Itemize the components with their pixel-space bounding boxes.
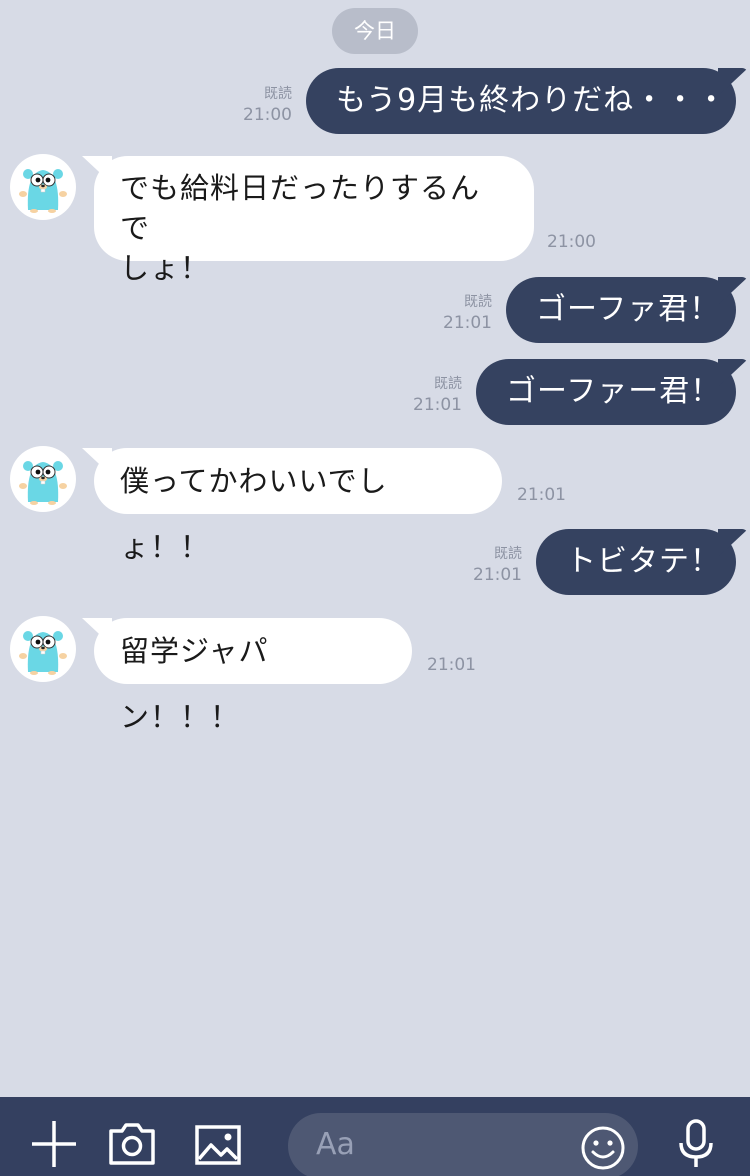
message-text: トビタテ！ bbox=[566, 544, 721, 579]
incoming-message[interactable]: 僕ってかわいいでしょ！！ bbox=[94, 448, 502, 564]
message-text: 留学ジャパン！！！ bbox=[120, 634, 269, 734]
message-text: もう9月も終わりだね・・・ bbox=[336, 83, 728, 118]
message-time: 21:01 bbox=[473, 565, 522, 585]
message-meta: 既読 21:01 bbox=[413, 374, 462, 416]
message-time: 21:00 bbox=[547, 232, 596, 252]
message-time: 21:00 bbox=[243, 105, 292, 125]
read-receipt: 既読 bbox=[264, 86, 292, 102]
message-time: 21:01 bbox=[427, 655, 476, 675]
avatar[interactable] bbox=[10, 154, 76, 220]
outgoing-message[interactable]: トビタテ！ bbox=[536, 529, 736, 595]
smiley-icon[interactable] bbox=[580, 1125, 626, 1171]
message-input-bar: Aa bbox=[0, 1097, 750, 1176]
plus-icon[interactable] bbox=[28, 1117, 80, 1169]
outgoing-message[interactable]: ゴーファー君！ bbox=[476, 359, 736, 425]
incoming-message[interactable]: でも給料日だったりするんで しょ！ bbox=[94, 156, 534, 285]
message-text-line-2: しょ！ bbox=[120, 251, 211, 285]
outgoing-message[interactable]: もう9月も終わりだね・・・ bbox=[306, 68, 736, 134]
read-receipt: 既読 bbox=[464, 294, 492, 310]
read-receipt: 既読 bbox=[494, 546, 522, 562]
message-time: 21:01 bbox=[517, 485, 566, 505]
avatar[interactable] bbox=[10, 616, 76, 682]
microphone-icon[interactable] bbox=[670, 1117, 722, 1169]
image-icon[interactable] bbox=[192, 1117, 244, 1169]
gopher-avatar-icon bbox=[19, 461, 67, 505]
message-meta: 既読 21:00 bbox=[243, 84, 292, 126]
message-text: ゴーファー君！ bbox=[506, 374, 722, 409]
message-time: 21:01 bbox=[413, 395, 462, 415]
read-receipt: 既読 bbox=[434, 376, 462, 392]
input-placeholder: Aa bbox=[316, 1127, 355, 1162]
message-text: 僕ってかわいいでしょ！！ bbox=[120, 464, 388, 564]
message-meta: 既読 21:01 bbox=[443, 292, 492, 334]
message-time: 21:01 bbox=[443, 313, 492, 333]
outgoing-message[interactable]: ゴーファ君！ bbox=[506, 277, 736, 343]
gopher-avatar-icon bbox=[19, 631, 67, 675]
message-text: ゴーファ君！ bbox=[536, 292, 721, 327]
message-input[interactable]: Aa bbox=[288, 1113, 638, 1176]
message-meta: 既読 21:01 bbox=[473, 544, 522, 586]
camera-icon[interactable] bbox=[106, 1117, 158, 1169]
message-text-line-1: でも給料日だったりするんで bbox=[120, 171, 481, 245]
chat-screen: 今日 既読 21:00 もう9月も終わりだね・・・ でも給料日だったりするんで … bbox=[0, 0, 750, 1176]
gopher-avatar-icon bbox=[19, 169, 67, 213]
avatar[interactable] bbox=[10, 446, 76, 512]
date-separator: 今日 bbox=[332, 8, 418, 54]
incoming-message[interactable]: 留学ジャパン！！！ bbox=[94, 618, 412, 734]
